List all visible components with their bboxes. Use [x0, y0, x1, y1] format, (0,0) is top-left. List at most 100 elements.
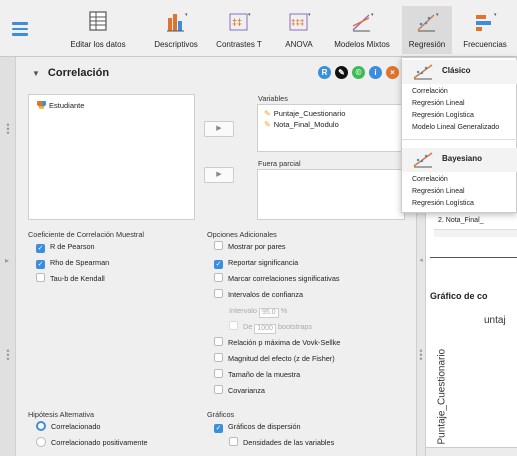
toolbar-mixed-models[interactable]: ▾ Modelos Mixtos	[326, 6, 398, 54]
copy-icon[interactable]: ©	[352, 66, 365, 79]
checkbox-label: Rho de Spearman	[50, 258, 110, 267]
checkbox-label: Magnitud del efecto (z de Fisher)	[228, 354, 335, 363]
table-rule	[430, 257, 517, 258]
radio-label: Correlacionado	[51, 422, 101, 431]
checkbox-box[interactable]	[229, 321, 238, 330]
source-variables-list[interactable]: Estudiante	[28, 94, 195, 220]
pairwise-checkbox[interactable]: Mostrar por pares	[214, 241, 286, 252]
menu-item-bayes-linear-regression[interactable]: Regresión Lineal	[412, 188, 465, 195]
menu-item-glm[interactable]: Modelo Lineal Generalizado	[412, 124, 499, 131]
checkbox-box	[214, 241, 223, 250]
menu-section-title: Bayesiano	[442, 154, 483, 163]
list-item[interactable]: Estudiante	[37, 101, 84, 110]
menu-item-classic-correlation[interactable]: Correlación	[412, 88, 448, 95]
vovk-sellke-checkbox[interactable]: Relación p máxima de Vovk-Sellke	[214, 337, 340, 348]
confidence-intervals-checkbox[interactable]: Intervalos de confianza	[214, 289, 303, 300]
menu-item-bayes-correlation[interactable]: Correlación	[412, 176, 448, 183]
toolbar-ttests[interactable]: ‡‡ ▾ Contrastes T	[209, 6, 269, 54]
regression-icon	[413, 64, 433, 80]
hyp-positive-radio[interactable]: Correlacionado positivamente	[36, 437, 148, 448]
menu-item-bayes-logistic-regression[interactable]: Regresión Logística	[412, 200, 474, 207]
checkbox-box	[214, 289, 223, 298]
horizontal-scrollbar[interactable]	[426, 447, 517, 456]
densities-checkbox[interactable]: Densidades de las variables	[229, 437, 334, 448]
interval-input[interactable]: 95.0	[259, 308, 279, 318]
covariance-checkbox[interactable]: Covarianza	[214, 385, 265, 396]
checkbox-label: Intervalos de confianza	[228, 290, 304, 299]
pearson-checkbox[interactable]: ✓ R de Pearson	[36, 241, 95, 253]
checkbox-label: Mostrar por pares	[228, 242, 286, 251]
svg-text:▾: ▾	[436, 12, 439, 18]
checkbox-box	[214, 353, 223, 362]
report-significance-checkbox[interactable]: ✓ Reportar significancia	[214, 257, 298, 269]
check-icon: ✓	[36, 244, 45, 253]
close-icon[interactable]: ×	[386, 66, 399, 79]
hyp-correlated-radio[interactable]: Correlacionado	[36, 421, 101, 432]
move-to-variables-button[interactable]: ▶	[204, 121, 234, 137]
checkbox-label: Densidades de las variables	[243, 438, 335, 447]
graphs-section-heading: Gráficos	[207, 410, 235, 419]
partial-list[interactable]	[257, 169, 405, 220]
checkbox-label: Tau-b de Kendall	[50, 274, 105, 283]
mixed-models-icon: ▾	[352, 12, 374, 32]
expand-arrow-icon[interactable]: ▸	[4, 257, 10, 265]
collapse-triangle-icon[interactable]: ▼	[32, 69, 40, 78]
toolbar-descriptives[interactable]: ▾ Descriptivos	[146, 6, 206, 54]
sample-size-checkbox[interactable]: Tamaño de la muestra	[214, 369, 300, 380]
scatter-plots-checkbox[interactable]: ✓ Gráficos de dispersión	[214, 421, 301, 433]
check-icon: ✓	[214, 260, 223, 269]
bootstraps-label: bootstraps	[277, 322, 313, 331]
list-item[interactable]: ✎ Nota_Final_Modulo	[264, 120, 339, 129]
toolbar-label: Descriptivos	[154, 40, 198, 49]
variables-label: Variables	[258, 94, 288, 103]
effect-size-checkbox[interactable]: Magnitud del efecto (z de Fisher)	[214, 353, 335, 364]
graph-title: Gráfico de co	[430, 291, 488, 301]
drag-handle-icon[interactable]: • • •	[5, 121, 11, 138]
checkbox-box	[36, 273, 45, 282]
variables-list[interactable]: ✎ Puntaje_Cuestionario ✎ Nota_Final_Modulo	[257, 104, 405, 152]
checkbox-label: Relación p máxima de Vovk-Sellke	[228, 338, 341, 347]
interval-row: Intervalo 95.0 %	[229, 305, 287, 318]
main-toolbar: Editar los datos ▾ Descriptivos ‡‡ ▾ Cont…	[0, 0, 517, 57]
edit-title-icon[interactable]: ✎	[335, 66, 348, 79]
info-icon[interactable]: i	[369, 66, 382, 79]
page-title: Correlación	[47, 67, 110, 79]
checkbox-box	[214, 337, 223, 346]
checkbox-label: Tamaño de la muestra	[228, 370, 301, 379]
toolbar-label: Regresión	[408, 40, 446, 49]
flag-significant-checkbox[interactable]: Marcar correlaciones significativas	[214, 273, 340, 284]
partial-label: Fuera parcial	[258, 159, 301, 168]
checkbox-label: Marcar correlaciones significativas	[228, 274, 340, 283]
svg-text:▾: ▾	[308, 12, 311, 18]
spearman-checkbox[interactable]: ✓ Rho de Spearman	[36, 257, 110, 269]
bar-chart-icon: ▾	[167, 12, 188, 32]
plot-label: untaj	[484, 315, 506, 326]
menu-item-classic-logistic-regression[interactable]: Regresión Logística	[412, 112, 474, 119]
toolbar-frequencies[interactable]: ▾ Frecuencias	[456, 6, 514, 54]
radio-label: Correlacionado positivamente	[51, 438, 148, 447]
move-to-partial-button[interactable]: ▶	[204, 167, 234, 183]
checkbox-label: Gráficos de dispersión	[228, 422, 301, 431]
r-syntax-icon[interactable]: R	[318, 66, 331, 79]
list-item[interactable]: ✎ Puntaje_Cuestionario	[264, 109, 345, 118]
svg-text:▾: ▾	[185, 12, 188, 18]
menu-icon[interactable]	[12, 22, 28, 36]
bootstrap-input[interactable]: 1000	[254, 324, 276, 334]
drag-handle-icon[interactable]: • • •	[418, 347, 424, 364]
table-row-label: 2. Nota_Final_	[438, 217, 484, 224]
additional-section-heading: Opciones Adicionales	[207, 230, 277, 239]
menu-item-classic-linear-regression[interactable]: Regresión Lineal	[412, 100, 465, 107]
collapse-arrow-icon[interactable]: ◂	[418, 257, 424, 264]
variable-name: Estudiante	[49, 101, 85, 110]
toolbar-anova[interactable]: ‡‡‡ ▾ ANOVA	[276, 6, 322, 54]
toolbar-regression[interactable]: ▾ Regresión	[402, 6, 452, 54]
kendall-checkbox[interactable]: Tau-b de Kendall	[36, 273, 105, 284]
spreadsheet-icon	[89, 11, 107, 31]
panel-header[interactable]: ▼ Correlación	[32, 67, 109, 79]
svg-text:▾: ▾	[371, 12, 374, 18]
toolbar-edit-data[interactable]: Editar los datos	[55, 6, 141, 54]
ttest-icon: ‡‡ ▾	[229, 12, 251, 31]
checkbox-box	[214, 273, 223, 282]
drag-handle-icon[interactable]: • • •	[5, 347, 11, 364]
radio-selected	[36, 421, 46, 431]
